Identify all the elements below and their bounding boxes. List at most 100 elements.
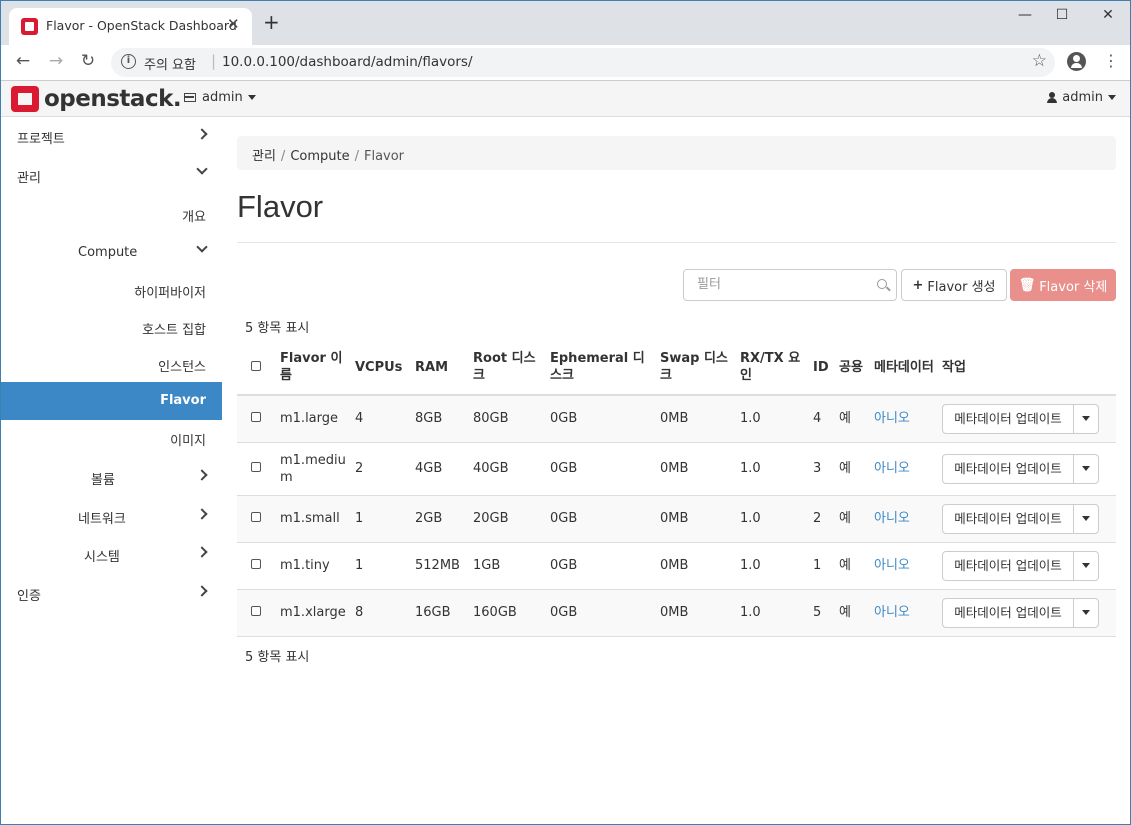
cell-id: 1 xyxy=(809,542,835,590)
sidebar-item-compute[interactable]: Compute xyxy=(1,234,222,272)
update-metadata-button[interactable]: 메타데이터 업데이트 xyxy=(943,454,1074,483)
user-name: admin xyxy=(1062,90,1103,105)
cell-ram: 512MB xyxy=(411,542,469,590)
update-metadata-button[interactable]: 메타데이터 업데이트 xyxy=(943,598,1074,627)
sidebar-item-hypervisors[interactable]: 하이퍼바이저 xyxy=(1,271,222,309)
cell-id: 3 xyxy=(809,442,835,496)
cell-id: 5 xyxy=(809,589,835,637)
caret-down-icon xyxy=(1108,95,1116,100)
col-ram[interactable]: RAM xyxy=(411,340,469,396)
project-dropdown[interactable]: admin xyxy=(184,90,256,105)
sidebar-item-label: 호스트 집합 xyxy=(142,323,206,338)
sidebar-item-host-aggregates[interactable]: 호스트 집합 xyxy=(1,308,222,346)
select-all-checkbox[interactable] xyxy=(251,360,261,371)
actions-dropdown-toggle[interactable] xyxy=(1074,552,1098,580)
sidebar-item-project[interactable]: 프로젝트 xyxy=(1,117,222,155)
flavors-table: Flavor 이름 VCPUs RAM Root 디스크 Ephemeral 디… xyxy=(237,340,1116,637)
actions-dropdown-toggle[interactable] xyxy=(1074,405,1098,433)
cell-swap-disk: 0MB xyxy=(656,442,736,496)
title-bar: Flavor - OpenStack Dashboard ✕ + — ☐ ✕ xyxy=(1,1,1130,45)
user-dropdown[interactable]: admin xyxy=(1047,90,1116,105)
browser-tab[interactable]: Flavor - OpenStack Dashboard ✕ xyxy=(9,8,252,45)
row-checkbox[interactable] xyxy=(251,412,261,423)
new-tab-icon[interactable]: + xyxy=(263,12,280,32)
reload-icon[interactable]: ↻ xyxy=(77,51,99,71)
create-flavor-button[interactable]: + Flavor 생성 xyxy=(901,269,1007,301)
cell-root-disk: 80GB xyxy=(469,395,546,443)
breadcrumb-item-admin[interactable]: 관리 xyxy=(252,149,276,164)
update-metadata-button[interactable]: 메타데이터 업데이트 xyxy=(943,551,1074,580)
col-root-disk[interactable]: Root 디스크 xyxy=(469,340,546,396)
cell-metadata: 아니오 xyxy=(870,395,938,443)
cell-public: 예 xyxy=(835,495,870,543)
sidebar-item-flavors[interactable]: Flavor xyxy=(1,382,222,420)
forward-icon[interactable]: → xyxy=(45,51,67,71)
col-id[interactable]: ID xyxy=(809,340,835,396)
sidebar-item-identity[interactable]: 인증 xyxy=(1,574,222,612)
update-metadata-button[interactable]: 메타데이터 업데이트 xyxy=(943,404,1074,433)
cell-vcpus: 2 xyxy=(351,442,411,496)
col-flavor-name[interactable]: Flavor 이름 xyxy=(276,340,351,396)
row-checkbox[interactable] xyxy=(251,559,261,569)
sidebar-item-instances[interactable]: 인스턴스 xyxy=(1,345,222,383)
metadata-link[interactable]: 아니오 xyxy=(874,558,910,573)
sidebar-item-volumes[interactable]: 볼륨 xyxy=(1,458,222,496)
update-metadata-button[interactable]: 메타데이터 업데이트 xyxy=(943,504,1074,533)
table-row: m1.small 1 2GB 20GB 0GB 0MB 1.0 2 예 아니오 … xyxy=(237,495,1116,543)
metadata-link[interactable]: 아니오 xyxy=(874,461,910,476)
breadcrumb-item-compute[interactable]: Compute xyxy=(290,149,349,164)
close-tab-icon[interactable]: ✕ xyxy=(227,15,240,33)
table-row: m1.xlarge 8 16GB 160GB 0GB 0MB 1.0 5 예 아… xyxy=(237,589,1116,637)
metadata-link[interactable]: 아니오 xyxy=(874,411,910,426)
maximize-icon[interactable]: ☐ xyxy=(1052,7,1072,23)
cell-swap-disk: 0MB xyxy=(656,395,736,443)
sidebar-item-system[interactable]: 시스템 xyxy=(1,535,222,573)
col-swap-disk[interactable]: Swap 디스크 xyxy=(656,340,736,396)
address-bar[interactable]: i 주의 요함 | 10.0.0.100/dashboard/admin/fla… xyxy=(111,48,1055,77)
sidebar-item-label: 관리 xyxy=(17,171,41,186)
cell-flavor-name: m1.tiny xyxy=(276,542,351,590)
sidebar-item-images[interactable]: 이미지 xyxy=(1,419,222,457)
col-public[interactable]: 공용 xyxy=(835,340,870,396)
close-window-icon[interactable]: ✕ xyxy=(1098,7,1118,23)
actions-dropdown-toggle[interactable] xyxy=(1074,505,1098,533)
browser-toolbar: ← → ↻ i 주의 요함 | 10.0.0.100/dashboard/adm… xyxy=(1,45,1130,81)
metadata-link[interactable]: 아니오 xyxy=(874,605,910,620)
sidebar-item-admin[interactable]: 관리 xyxy=(1,156,222,194)
row-select-cell xyxy=(237,589,276,637)
sidebar-item-network[interactable]: 네트워크 xyxy=(1,497,222,535)
row-actions: 메타데이터 업데이트 xyxy=(942,503,1099,534)
chevron-right-icon xyxy=(196,469,208,481)
minimize-icon[interactable]: — xyxy=(1015,7,1035,23)
back-icon[interactable]: ← xyxy=(12,51,34,71)
row-checkbox[interactable] xyxy=(251,606,261,616)
filter-input[interactable] xyxy=(697,277,867,292)
logo-text: openstack. xyxy=(44,86,182,112)
url-text[interactable]: 10.0.0.100/dashboard/admin/flavors/ xyxy=(222,54,473,70)
info-icon[interactable]: i xyxy=(121,54,136,69)
sidebar-item-overview[interactable]: 개요 xyxy=(1,195,222,233)
openstack-logo[interactable]: openstack. xyxy=(11,85,182,113)
sidebar-item-label: 인스턴스 xyxy=(158,360,206,375)
bookmark-star-icon[interactable]: ☆ xyxy=(1032,51,1047,71)
metadata-link[interactable]: 아니오 xyxy=(874,511,910,526)
col-rxtx-factor[interactable]: RX/TX 요인 xyxy=(736,340,809,396)
actions-dropdown-toggle[interactable] xyxy=(1074,599,1098,627)
select-all-cell xyxy=(237,340,276,396)
actions-dropdown-toggle[interactable] xyxy=(1074,455,1098,483)
sidebar-item-label: 프로젝트 xyxy=(17,132,65,147)
col-vcpus[interactable]: VCPUs xyxy=(351,340,411,396)
filter-field[interactable] xyxy=(683,269,897,301)
browser-menu-icon[interactable]: ⋮ xyxy=(1103,51,1119,70)
security-label[interactable]: 주의 요함 xyxy=(144,54,196,73)
delete-flavor-button[interactable]: 🗑 Flavor 삭제 xyxy=(1010,269,1116,301)
row-checkbox[interactable] xyxy=(251,512,261,522)
col-metadata[interactable]: 메타데이터 xyxy=(870,340,938,396)
caret-down-icon xyxy=(1082,610,1090,615)
caret-down-icon xyxy=(1082,416,1090,422)
col-ephemeral-disk[interactable]: Ephemeral 디스크 xyxy=(546,340,656,396)
row-checkbox[interactable] xyxy=(251,462,261,472)
search-icon[interactable] xyxy=(877,279,887,289)
profile-icon[interactable] xyxy=(1067,52,1086,71)
cell-rxtx: 1.0 xyxy=(736,442,809,496)
